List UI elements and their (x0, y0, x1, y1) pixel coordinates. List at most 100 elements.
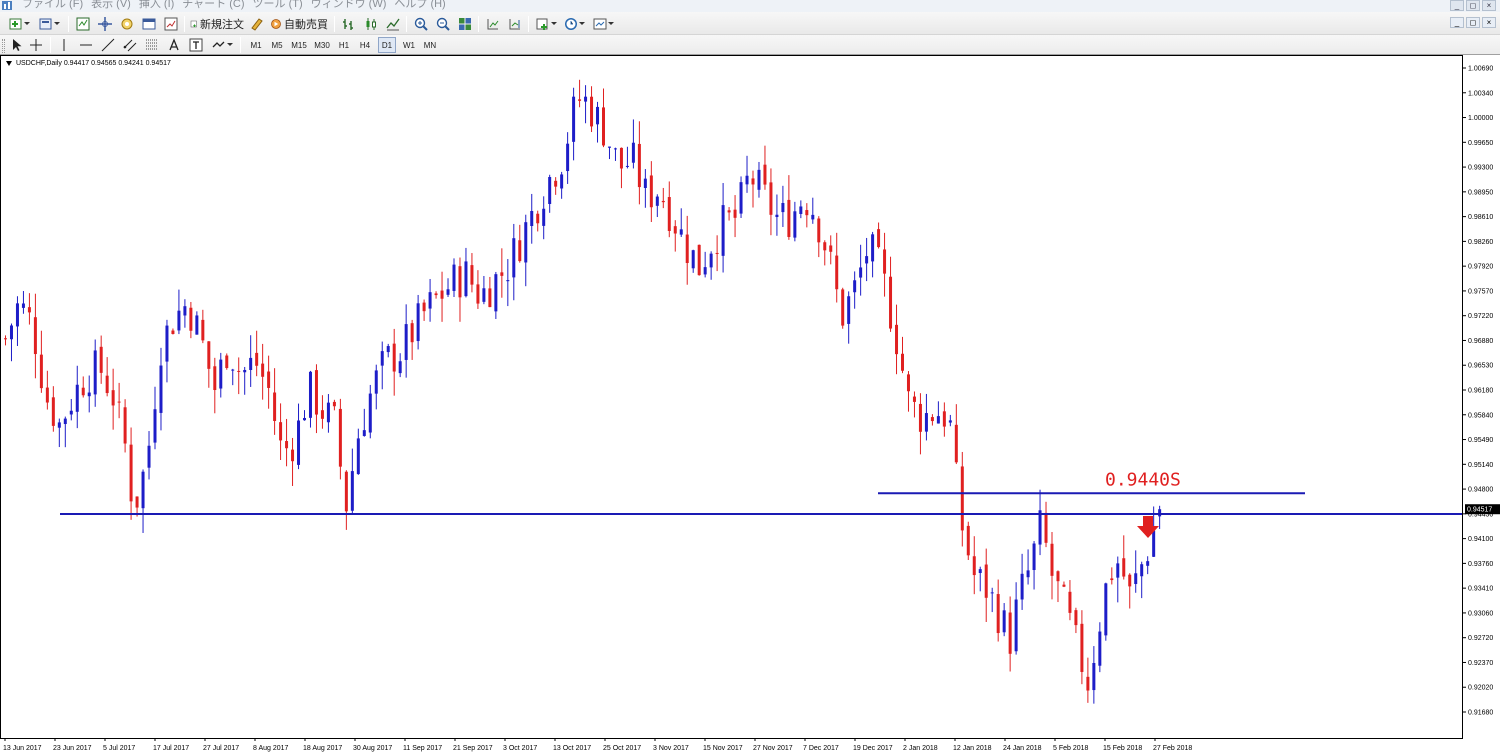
candle (1086, 657, 1090, 703)
candle-body (572, 96, 576, 142)
candle (655, 194, 659, 218)
indicators-button[interactable] (534, 15, 558, 32)
timeframe-button-d1[interactable]: D1 (378, 37, 396, 53)
candle-body (901, 353, 904, 371)
restore-button[interactable]: ◻ (1466, 0, 1480, 11)
timeframe-button-m15[interactable]: M15 (289, 37, 309, 53)
menu-bar: ファイル (F) 表示 (V) 挿入 (I) チャート (C) ツール (T) ウィンドウ… (0, 0, 1500, 12)
candle (440, 271, 444, 322)
candle (386, 343, 390, 358)
candle (255, 330, 259, 377)
crosshair-button[interactable] (28, 36, 44, 53)
auto-trading-button[interactable]: 自動売買 (270, 15, 328, 32)
candle-body (392, 343, 396, 372)
menu-item[interactable]: ウィンドウ (W) (311, 0, 395, 10)
candle-body (966, 525, 970, 556)
mdi-close-button[interactable]: × (1482, 17, 1496, 28)
candle-body (936, 416, 940, 424)
close-button[interactable]: × (1482, 0, 1496, 11)
candle (189, 301, 193, 339)
chart-window[interactable]: 0.9440S 0.94517 1.00690 1.00340 1.00000 0.99… (0, 55, 1500, 756)
menu-item[interactable]: 表示 (V) (91, 0, 139, 10)
x-tick-label: 17 Jul 2017 (153, 745, 189, 752)
candle (613, 147, 617, 161)
chart-symbol-info: USDCHF,Daily 0.94417 0.94565 0.94241 0.9… (6, 60, 171, 67)
line-chart-button[interactable] (384, 15, 402, 32)
timeframe-button-mn[interactable]: MN (421, 37, 439, 53)
profiles-button[interactable] (36, 15, 62, 32)
new-chart-button[interactable] (6, 15, 32, 32)
candle (1050, 532, 1054, 600)
minimize-button[interactable]: _ (1450, 0, 1464, 11)
strategy-tester-icon (164, 17, 178, 30)
periods-button[interactable] (562, 15, 586, 32)
navigator-button[interactable] (118, 15, 136, 32)
cursor-button[interactable] (8, 36, 24, 53)
candle-body (57, 422, 61, 428)
candle (942, 402, 946, 437)
price-chart[interactable]: 0.9440S0.94517 1.006901.003401.000000.99… (0, 55, 1500, 756)
toolbar-grip[interactable] (2, 39, 5, 53)
timeframe-button-m1[interactable]: M1 (247, 37, 265, 53)
x-tick-label: 3 Nov 2017 (653, 745, 689, 752)
candle-body (279, 422, 283, 441)
clock-icon (565, 17, 577, 30)
fibonacci-button[interactable] (144, 36, 160, 53)
candle (859, 244, 863, 296)
text-button[interactable] (166, 36, 182, 53)
new-order-icon (190, 20, 197, 27)
vertical-line-button[interactable] (56, 36, 72, 53)
timeframe-button-h4[interactable]: H4 (356, 37, 374, 53)
trendline-button[interactable] (100, 36, 116, 53)
candle (39, 330, 43, 393)
candle (948, 414, 952, 427)
bar-chart-button[interactable] (340, 15, 358, 32)
horizontal-line-button[interactable] (78, 36, 94, 53)
metaeditor-button[interactable] (248, 15, 266, 32)
timeframe-button-h1[interactable]: H1 (335, 37, 353, 53)
menu-item[interactable]: ファイル (F) (22, 0, 91, 10)
timeframe-button-w1[interactable]: W1 (400, 37, 418, 53)
candle-body (560, 174, 564, 189)
candle-body (213, 366, 217, 391)
zoom-out-button[interactable] (434, 15, 452, 32)
candle-body (948, 420, 952, 423)
templates-button[interactable] (590, 15, 616, 32)
zoom-in-button[interactable] (412, 15, 430, 32)
collapse-triangle-icon[interactable] (6, 61, 12, 66)
y-tick-label: 0.95840 (1468, 412, 1493, 419)
mdi-restore-button[interactable]: ◻ (1466, 17, 1480, 28)
terminal-button[interactable] (140, 15, 158, 32)
equidistant-channel-button[interactable] (122, 36, 138, 53)
candle-body (153, 409, 157, 443)
candle (273, 368, 277, 435)
auto-scroll-button[interactable] (484, 15, 502, 32)
candle-body (703, 267, 707, 275)
text-label-button[interactable] (188, 36, 204, 53)
mdi-minimize-button[interactable]: _ (1450, 17, 1464, 28)
new-order-button[interactable]: 新規注文 (190, 15, 244, 32)
market-watch-button[interactable] (74, 15, 92, 32)
chart-shift-button[interactable] (506, 15, 524, 32)
menu-item[interactable]: ツール (T) (253, 0, 311, 10)
candle (123, 399, 127, 453)
y-tick-label: 0.92370 (1468, 660, 1493, 667)
timeframe-button-m30[interactable]: M30 (312, 37, 332, 53)
zoom-in-icon (414, 17, 428, 31)
menu-item[interactable]: ヘルプ (H) (394, 0, 453, 10)
candle (607, 146, 611, 160)
menu-item[interactable]: 挿入 (I) (139, 0, 182, 10)
tile-windows-button[interactable] (456, 15, 474, 32)
candle (817, 216, 821, 258)
data-window-button[interactable] (96, 15, 114, 32)
candle-body (685, 234, 689, 264)
arrows-button[interactable] (210, 36, 234, 53)
menu-item[interactable]: チャート (C) (182, 0, 252, 10)
strategy-tester-button[interactable] (162, 15, 180, 32)
candle (452, 258, 456, 298)
candlestick-button[interactable] (362, 15, 380, 32)
candle (619, 147, 623, 189)
candle (572, 87, 576, 161)
timeframe-button-m5[interactable]: M5 (268, 37, 286, 53)
candle (596, 101, 600, 143)
